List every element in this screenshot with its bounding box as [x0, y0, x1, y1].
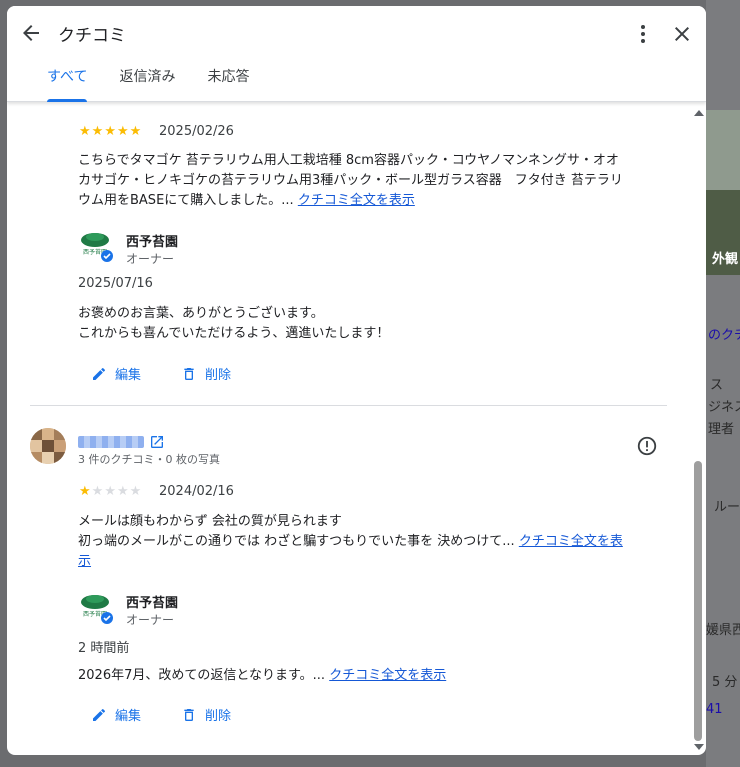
show-full-reply-link[interactable]: クチコミ全文を表示: [329, 668, 446, 683]
reviewer-name-redacted[interactable]: [78, 436, 144, 448]
review-tabs: すべて 返信済み 未応答: [31, 66, 265, 102]
reply-date: 2025/07/16: [78, 276, 153, 291]
star-filled-icon: ★: [116, 124, 129, 139]
reply-text-line: お褒めのお言葉、ありがとうございます。: [78, 306, 324, 321]
star-filled-icon: ★: [91, 124, 104, 139]
dialog-title: クチコミ: [58, 26, 126, 46]
delete-label: 削除: [205, 368, 232, 383]
review-text-line: カサゴケ・ヒノキゴケの苔テラリウム用3種パック・ボール型ガラス容器 フタ付き 苔…: [78, 173, 623, 188]
owner-name: 西予苔園: [126, 235, 179, 250]
tab-replied[interactable]: 返信済み: [103, 66, 191, 102]
scrollbar[interactable]: [691, 102, 706, 755]
reply-text: 2026年7月、改めての返信となります。... クチコミ全文を表示: [78, 666, 446, 686]
report-icon[interactable]: [636, 435, 658, 457]
reviews-dialog: クチコミ すべて 返信済み 未応答 ★ ★ ★ ★ ★ 2025/02/26 こ…: [7, 6, 706, 755]
star-filled-icon: ★: [79, 124, 91, 139]
reviewer-meta: 3 件のクチコミ・0 枚の写真: [78, 453, 220, 466]
edit-label: 編集: [115, 709, 142, 724]
delete-label: 削除: [205, 709, 232, 724]
back-button[interactable]: [19, 21, 43, 45]
bg-text: 外観: [712, 252, 739, 267]
star-empty-icon: ★: [129, 484, 142, 499]
star-empty-icon: ★: [104, 484, 116, 499]
delete-reply-button[interactable]: 削除: [181, 364, 231, 383]
reply-text-span: 2026年7月、改めての返信となります。...: [78, 668, 326, 683]
rating-stars: ★ ★ ★ ★ ★: [79, 485, 141, 499]
owner-role: オーナー: [126, 252, 175, 266]
trash-icon: [184, 367, 194, 380]
more-vert-icon: [641, 25, 645, 43]
arrow-back-icon: [23, 25, 39, 41]
reply-date: 2 時間前: [78, 641, 130, 656]
bg-text: ス: [710, 378, 724, 393]
review-date: 2025/02/26: [159, 124, 234, 139]
open-in-new-icon[interactable]: [149, 434, 165, 450]
bg-text: ジネス: [708, 400, 740, 415]
review-text-line: メールは顔もわからず 会社の質が見られます: [78, 514, 342, 529]
show-full-review-link-wrap[interactable]: 示: [78, 552, 623, 572]
reviews-list[interactable]: ★ ★ ★ ★ ★ 2025/02/26 こちらでタマゴケ 苔テラリウム用人工栽…: [7, 102, 706, 755]
star-filled-icon: ★: [104, 124, 116, 139]
close-icon: [675, 27, 689, 41]
scrollbar-thumb[interactable]: [694, 461, 702, 741]
edit-label: 編集: [115, 368, 142, 383]
close-button[interactable]: [670, 22, 694, 46]
reply-text-line: これからも喜んでいただけるよう、邁進いたします！: [78, 326, 390, 341]
star-filled-icon: ★: [129, 124, 142, 139]
show-full-review-link[interactable]: クチコミ全文を表示: [298, 193, 415, 208]
scroll-up-arrow-icon[interactable]: [694, 110, 704, 116]
review-text-line: ウム用をBASEにて購入しました。...: [78, 193, 294, 208]
review-text: こちらでタマゴケ 苔テラリウム用人工栽培種 8cm容器パック・コウヤノマンネング…: [78, 151, 623, 211]
show-full-review-link[interactable]: クチコミ全文を表: [519, 534, 623, 549]
edit-reply-button[interactable]: 編集: [91, 705, 141, 724]
review-text: メールは顔もわからず 会社の質が見られます 初っ端のメールがこの通りでは わざと…: [78, 512, 623, 572]
reviewer-avatar[interactable]: [30, 428, 66, 464]
review-divider: [30, 405, 667, 406]
review-text-line: こちらでタマゴケ 苔テラリウム用人工栽培種 8cm容器パック・コウヤノマンネング…: [78, 153, 619, 168]
bg-text: 媛県西: [706, 623, 740, 638]
owner-logo-icon: 西予苔園: [81, 595, 113, 624]
star-empty-icon: ★: [116, 484, 129, 499]
bg-text: ルー: [714, 500, 740, 515]
review-text-line-last: ウム用をBASEにて購入しました。... クチコミ全文を表示: [78, 191, 623, 211]
bg-text: のクチ: [708, 328, 740, 343]
dialog-header: クチコミ すべて 返信済み 未応答: [7, 6, 706, 102]
trash-icon: [184, 708, 194, 721]
background-map-thumbnail: [706, 110, 740, 190]
review-text-span: 初っ端のメールがこの通りでは わざと騙すつもりでいた事を 決めつけて...: [78, 534, 515, 549]
owner-name: 西予苔園: [126, 596, 179, 611]
more-options-button[interactable]: [633, 22, 653, 46]
bg-text: 5 分: [712, 675, 738, 690]
owner-role: オーナー: [126, 613, 175, 627]
pencil-icon: [93, 708, 106, 721]
review-date: 2024/02/16: [159, 484, 234, 499]
delete-reply-button[interactable]: 削除: [181, 705, 231, 724]
edit-reply-button[interactable]: 編集: [91, 364, 141, 383]
star-filled-icon: ★: [79, 484, 91, 499]
tab-all[interactable]: すべて: [31, 66, 103, 102]
bg-text: 41: [706, 702, 723, 717]
pencil-icon: [93, 367, 106, 380]
reply-text: お褒めのお言葉、ありがとうございます。 これからも喜んでいただけるよう、邁進いた…: [78, 304, 389, 344]
rating-stars: ★ ★ ★ ★ ★: [79, 125, 141, 139]
tab-unanswered[interactable]: 未応答: [191, 66, 265, 102]
review-text-line: 初っ端のメールがこの通りでは わざと騙すつもりでいた事を 決めつけて... クチ…: [78, 532, 623, 552]
star-empty-icon: ★: [91, 484, 104, 499]
bg-text: 理者: [708, 422, 735, 437]
scroll-down-arrow-icon[interactable]: [694, 744, 704, 750]
owner-logo-icon: 西予苔園: [81, 233, 113, 262]
